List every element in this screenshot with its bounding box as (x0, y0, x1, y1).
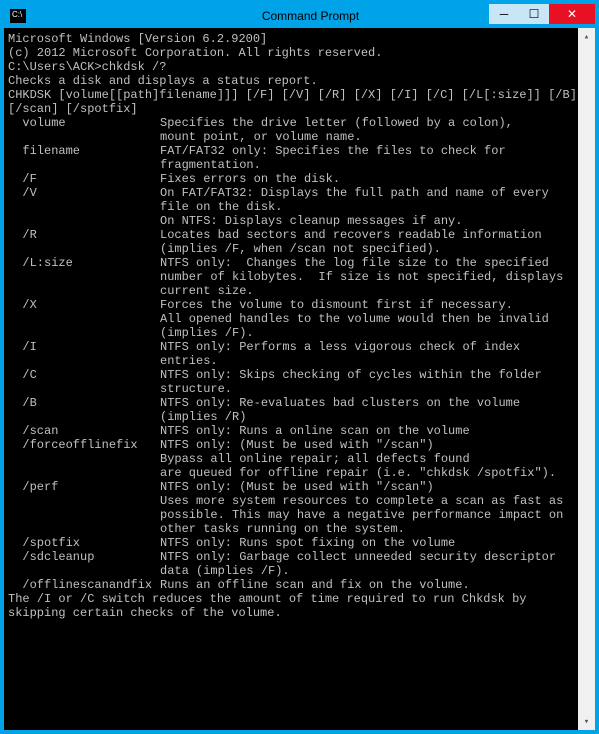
option-flag: /offlinescanandfix (8, 578, 160, 592)
terminal-content[interactable]: Microsoft Windows [Version 6.2.9200](c) … (4, 28, 578, 730)
option-desc: NTFS only: Garbage collect unneeded secu… (160, 550, 574, 564)
option-row: volumeSpecifies the drive letter (follow… (8, 116, 574, 130)
option-desc-cont: structure. (8, 382, 574, 396)
option-flag: /R (8, 228, 160, 242)
option-desc-cont: are queued for offline repair (i.e. "chk… (8, 466, 574, 480)
option-flag: /B (8, 396, 160, 410)
option-row: /VOn FAT/FAT32: Displays the full path a… (8, 186, 574, 200)
option-row: /perfNTFS only: (Must be used with "/sca… (8, 480, 574, 494)
option-row: /XForces the volume to dismount first if… (8, 298, 574, 312)
option-desc-cont: (implies /F, when /scan not specified). (8, 242, 574, 256)
option-desc: Specifies the drive letter (followed by … (160, 116, 574, 130)
option-flag: /C (8, 368, 160, 382)
option-flag: volume (8, 116, 160, 130)
terminal-line: [/scan] [/spotfix] (8, 102, 574, 116)
option-desc-cont: other tasks running on the system. (8, 522, 574, 536)
option-desc-cont: Bypass all online repair; all defects fo… (8, 452, 574, 466)
option-desc: NTFS only: Runs spot fixing on the volum… (160, 536, 574, 550)
option-flag: /X (8, 298, 160, 312)
terminal-line: Microsoft Windows [Version 6.2.9200] (8, 32, 574, 46)
option-row: /BNTFS only: Re-evaluates bad clusters o… (8, 396, 574, 410)
option-desc: FAT/FAT32 only: Specifies the files to c… (160, 144, 574, 158)
option-desc-cont: (implies /F). (8, 326, 574, 340)
option-desc-cont: current size. (8, 284, 574, 298)
option-row: /sdcleanupNTFS only: Garbage collect unn… (8, 550, 574, 564)
terminal-line: skipping certain checks of the volume. (8, 606, 574, 620)
option-desc-cont: All opened handles to the volume would t… (8, 312, 574, 326)
option-flag: /L:size (8, 256, 160, 270)
option-desc: NTFS only: Changes the log file size to … (160, 256, 574, 270)
option-flag: /forceofflinefix (8, 438, 160, 452)
scroll-up-button[interactable]: ▴ (578, 28, 595, 45)
terminal-line: (c) 2012 Microsoft Corporation. All righ… (8, 46, 574, 60)
option-row: /scanNTFS only: Runs a online scan on th… (8, 424, 574, 438)
option-desc: NTFS only: Skips checking of cycles with… (160, 368, 574, 382)
option-row: /INTFS only: Performs a less vigorous ch… (8, 340, 574, 354)
option-flag: /spotfix (8, 536, 160, 550)
option-flag: /F (8, 172, 160, 186)
close-button[interactable]: ✕ (549, 4, 595, 24)
option-desc-cont: file on the disk. (8, 200, 574, 214)
option-flag: /sdcleanup (8, 550, 160, 564)
option-desc-cont: number of kilobytes. If size is not spec… (8, 270, 574, 284)
option-desc: NTFS only: Re-evaluates bad clusters on … (160, 396, 574, 410)
option-row: filenameFAT/FAT32 only: Specifies the fi… (8, 144, 574, 158)
option-desc-cont: entries. (8, 354, 574, 368)
option-desc: NTFS only: (Must be used with "/scan") (160, 438, 574, 452)
option-desc: On FAT/FAT32: Displays the full path and… (160, 186, 574, 200)
option-row: /L:sizeNTFS only: Changes the log file s… (8, 256, 574, 270)
option-desc-cont: (implies /R) (8, 410, 574, 424)
option-desc-cont: data (implies /F). (8, 564, 574, 578)
option-flag: filename (8, 144, 160, 158)
option-row: /FFixes errors on the disk. (8, 172, 574, 186)
option-desc-cont: On NTFS: Displays cleanup messages if an… (8, 214, 574, 228)
terminal-line: The /I or /C switch reduces the amount o… (8, 592, 574, 606)
option-flag: /perf (8, 480, 160, 494)
option-desc-cont: Uses more system resources to complete a… (8, 494, 574, 508)
option-row: /CNTFS only: Skips checking of cycles wi… (8, 368, 574, 382)
option-row: /offlinescanandfixRuns an offline scan a… (8, 578, 574, 592)
window-buttons: ─ ☐ ✕ (489, 4, 595, 24)
option-desc-cont: possible. This may have a negative perfo… (8, 508, 574, 522)
option-desc: NTFS only: (Must be used with "/scan") (160, 480, 574, 494)
option-desc: Fixes errors on the disk. (160, 172, 574, 186)
minimize-button[interactable]: ─ (489, 4, 519, 24)
scrollbar[interactable]: ▴ ▾ (578, 28, 595, 730)
option-flag: /scan (8, 424, 160, 438)
scroll-track[interactable] (578, 45, 595, 713)
option-row: /forceofflinefixNTFS only: (Must be used… (8, 438, 574, 452)
option-desc: NTFS only: Performs a less vigorous chec… (160, 340, 574, 354)
option-desc-cont: fragmentation. (8, 158, 574, 172)
option-desc: Locates bad sectors and recovers readabl… (160, 228, 574, 242)
option-flag: /I (8, 340, 160, 354)
option-desc: Forces the volume to dismount first if n… (160, 298, 574, 312)
terminal-line: CHKDSK [volume[[path]filename]]] [/F] [/… (8, 88, 574, 102)
option-desc: NTFS only: Runs a online scan on the vol… (160, 424, 574, 438)
app-icon: C:\ (10, 9, 26, 23)
scroll-down-button[interactable]: ▾ (578, 713, 595, 730)
option-flag: /V (8, 186, 160, 200)
terminal-line: C:\Users\ACK>chkdsk /? (8, 60, 574, 74)
option-row: /RLocates bad sectors and recovers reada… (8, 228, 574, 242)
terminal-line: Checks a disk and displays a status repo… (8, 74, 574, 88)
option-desc: Runs an offline scan and fix on the volu… (160, 578, 574, 592)
option-desc-cont: mount point, or volume name. (8, 130, 574, 144)
titlebar[interactable]: C:\ Command Prompt ─ ☐ ✕ (4, 4, 595, 28)
maximize-button[interactable]: ☐ (519, 4, 549, 24)
option-row: /spotfixNTFS only: Runs spot fixing on t… (8, 536, 574, 550)
terminal-area: Microsoft Windows [Version 6.2.9200](c) … (4, 28, 595, 730)
command-prompt-window: C:\ Command Prompt ─ ☐ ✕ Microsoft Windo… (0, 0, 599, 734)
